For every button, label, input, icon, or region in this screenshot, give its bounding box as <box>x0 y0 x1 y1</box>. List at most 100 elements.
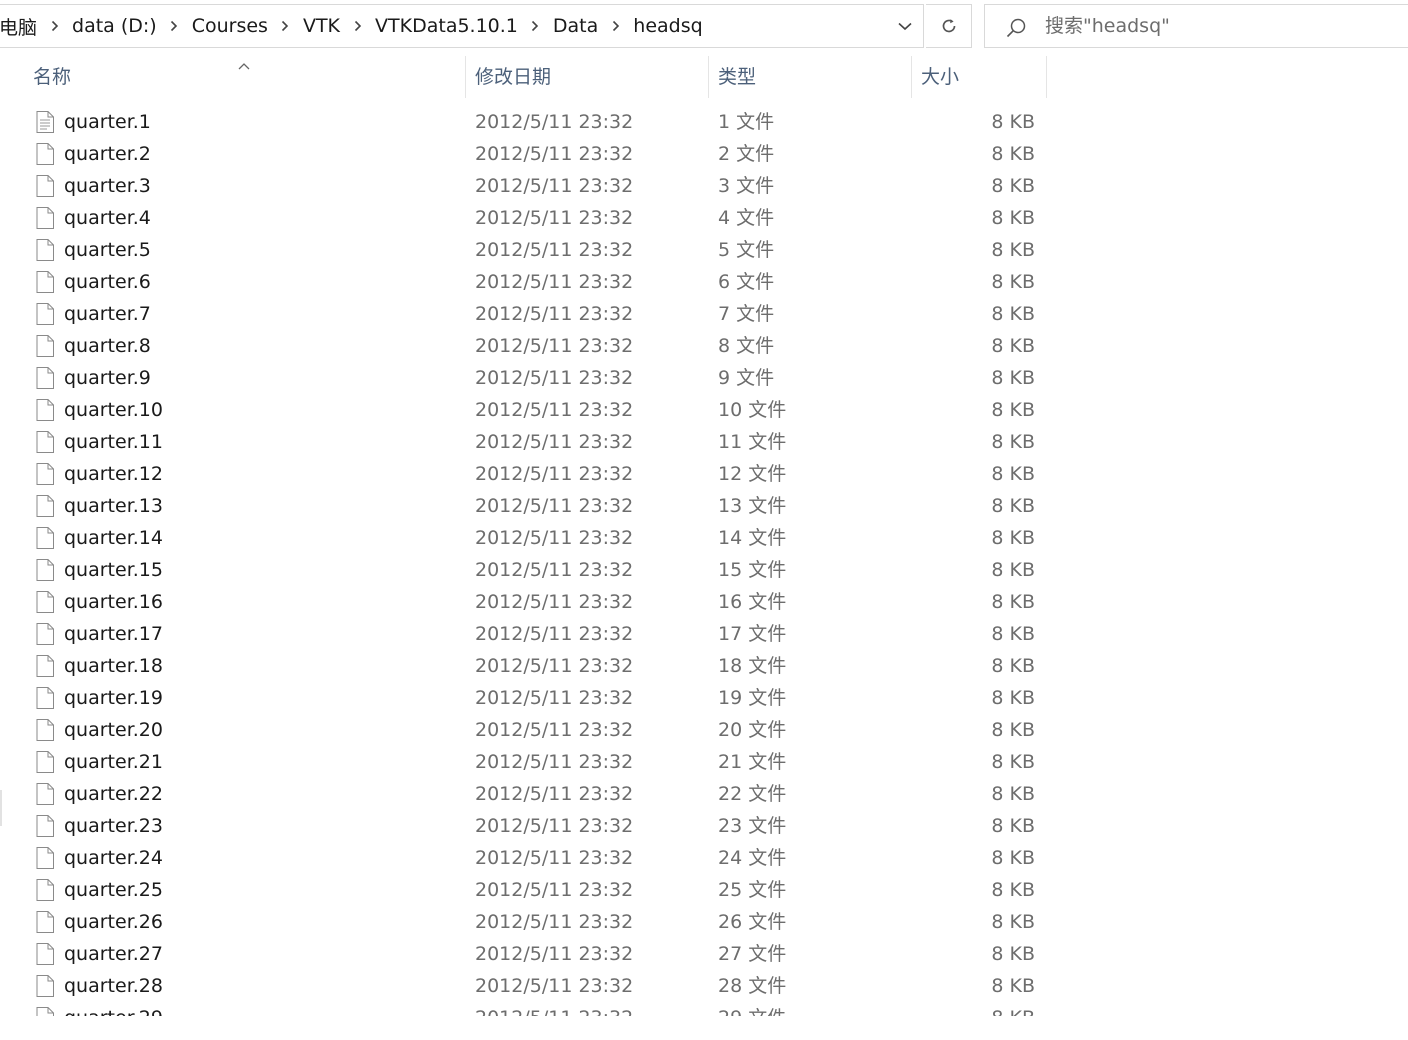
file-modified: 2012/5/11 23:32 <box>475 463 634 485</box>
breadcrumb-item-vtk[interactable]: VTK <box>301 15 342 37</box>
search-input[interactable]: 搜索"headsq" <box>984 4 1408 48</box>
file-row[interactable]: quarter.22 2012/5/11 23:32 22 文件 8 KB <box>0 778 1408 810</box>
file-name[interactable]: quarter.11 <box>64 426 163 458</box>
file-name[interactable]: quarter.21 <box>64 746 163 778</box>
file-row[interactable]: quarter.14 2012/5/11 23:32 14 文件 8 KB <box>0 522 1408 554</box>
file-row[interactable]: quarter.26 2012/5/11 23:32 26 文件 8 KB <box>0 906 1408 938</box>
file-name[interactable]: quarter.18 <box>64 650 163 682</box>
file-modified: 2012/5/11 23:32 <box>475 623 634 645</box>
file-name[interactable]: quarter.26 <box>64 906 163 938</box>
file-row[interactable]: quarter.16 2012/5/11 23:32 16 文件 8 KB <box>0 586 1408 618</box>
file-row[interactable]: quarter.27 2012/5/11 23:32 27 文件 8 KB <box>0 938 1408 970</box>
breadcrumb-item-courses[interactable]: Courses <box>190 15 270 37</box>
refresh-button[interactable] <box>926 4 972 48</box>
breadcrumb-item-computer[interactable]: 电脑 <box>0 13 39 40</box>
file-name[interactable]: quarter.12 <box>64 458 163 490</box>
file-row[interactable]: quarter.25 2012/5/11 23:32 25 文件 8 KB <box>0 874 1408 906</box>
file-name[interactable]: quarter.15 <box>64 554 163 586</box>
file-size: 8 KB <box>991 559 1035 581</box>
address-bar[interactable]: 电脑 data (D:) Courses VTK VTKData5.10.1 D… <box>0 4 924 48</box>
file-icon <box>36 111 54 133</box>
file-icon <box>36 527 54 549</box>
column-header-name[interactable]: 名称 <box>33 56 71 98</box>
file-type: 27 文件 <box>718 943 787 965</box>
chevron-right-icon[interactable] <box>342 20 373 32</box>
file-name[interactable]: quarter.29 <box>64 1002 163 1016</box>
file-row[interactable]: quarter.9 2012/5/11 23:32 9 文件 8 KB <box>0 362 1408 394</box>
file-size: 8 KB <box>991 975 1035 997</box>
column-header-modified[interactable]: 修改日期 <box>475 56 551 98</box>
column-divider[interactable] <box>1046 56 1047 98</box>
search-icon <box>1006 18 1026 38</box>
file-row[interactable]: quarter.29 2012/5/11 23:32 29 文件 8 KB <box>0 1002 1408 1016</box>
file-row[interactable]: quarter.5 2012/5/11 23:32 5 文件 8 KB <box>0 234 1408 266</box>
breadcrumb-item-data[interactable]: Data <box>551 15 600 37</box>
file-row[interactable]: quarter.11 2012/5/11 23:32 11 文件 8 KB <box>0 426 1408 458</box>
file-row[interactable]: quarter.4 2012/5/11 23:32 4 文件 8 KB <box>0 202 1408 234</box>
file-name[interactable]: quarter.9 <box>64 362 151 394</box>
file-row[interactable]: quarter.13 2012/5/11 23:32 13 文件 8 KB <box>0 490 1408 522</box>
file-row[interactable]: quarter.15 2012/5/11 23:32 15 文件 8 KB <box>0 554 1408 586</box>
file-row[interactable]: quarter.12 2012/5/11 23:32 12 文件 8 KB <box>0 458 1408 490</box>
column-header-size[interactable]: 大小 <box>921 56 959 98</box>
file-modified: 2012/5/11 23:32 <box>475 271 634 293</box>
column-divider[interactable] <box>465 56 466 98</box>
file-name[interactable]: quarter.22 <box>64 778 163 810</box>
file-name[interactable]: quarter.23 <box>64 810 163 842</box>
file-name[interactable]: quarter.27 <box>64 938 163 970</box>
file-icon <box>36 495 54 517</box>
file-name[interactable]: quarter.10 <box>64 394 163 426</box>
file-name[interactable]: quarter.17 <box>64 618 163 650</box>
chevron-right-icon[interactable] <box>600 20 631 32</box>
file-modified: 2012/5/11 23:32 <box>475 1002 633 1016</box>
file-name[interactable]: quarter.7 <box>64 298 151 330</box>
file-name[interactable]: quarter.1 <box>64 106 151 138</box>
file-row[interactable]: quarter.1 2012/5/11 23:32 1 文件 8 KB <box>0 106 1408 138</box>
file-name[interactable]: quarter.19 <box>64 682 163 714</box>
file-name[interactable]: quarter.24 <box>64 842 163 874</box>
breadcrumb-item-headsq[interactable]: headsq <box>631 15 704 37</box>
file-row[interactable]: quarter.17 2012/5/11 23:32 17 文件 8 KB <box>0 618 1408 650</box>
file-name[interactable]: quarter.16 <box>64 586 163 618</box>
file-row[interactable]: quarter.7 2012/5/11 23:32 7 文件 8 KB <box>0 298 1408 330</box>
file-row[interactable]: quarter.23 2012/5/11 23:32 23 文件 8 KB <box>0 810 1408 842</box>
chevron-right-icon[interactable] <box>159 20 190 32</box>
column-divider[interactable] <box>911 56 912 98</box>
pane-edge <box>0 790 2 826</box>
file-name[interactable]: quarter.4 <box>64 202 151 234</box>
file-row[interactable]: quarter.21 2012/5/11 23:32 21 文件 8 KB <box>0 746 1408 778</box>
file-row[interactable]: quarter.3 2012/5/11 23:32 3 文件 8 KB <box>0 170 1408 202</box>
file-name[interactable]: quarter.25 <box>64 874 163 906</box>
file-name[interactable]: quarter.8 <box>64 330 151 362</box>
file-name[interactable]: quarter.5 <box>64 234 151 266</box>
file-row[interactable]: quarter.10 2012/5/11 23:32 10 文件 8 KB <box>0 394 1408 426</box>
column-header-type[interactable]: 类型 <box>718 56 756 98</box>
file-row[interactable]: quarter.19 2012/5/11 23:32 19 文件 8 KB <box>0 682 1408 714</box>
breadcrumb-item-drive[interactable]: data (D:) <box>70 15 159 37</box>
file-name[interactable]: quarter.13 <box>64 490 163 522</box>
file-type: 7 文件 <box>718 303 775 325</box>
file-row[interactable]: quarter.8 2012/5/11 23:32 8 文件 8 KB <box>0 330 1408 362</box>
file-name[interactable]: quarter.6 <box>64 266 151 298</box>
file-type: 14 文件 <box>718 527 787 549</box>
file-name[interactable]: quarter.14 <box>64 522 163 554</box>
file-name[interactable]: quarter.28 <box>64 970 163 1002</box>
chevron-down-icon[interactable] <box>895 16 915 36</box>
file-type: 26 文件 <box>718 911 787 933</box>
file-name[interactable]: quarter.2 <box>64 138 151 170</box>
file-icon <box>36 943 54 965</box>
column-divider[interactable] <box>708 56 709 98</box>
file-row[interactable]: quarter.24 2012/5/11 23:32 24 文件 8 KB <box>0 842 1408 874</box>
file-row[interactable]: quarter.6 2012/5/11 23:32 6 文件 8 KB <box>0 266 1408 298</box>
file-row[interactable]: quarter.2 2012/5/11 23:32 2 文件 8 KB <box>0 138 1408 170</box>
breadcrumb: 电脑 data (D:) Courses VTK VTKData5.10.1 D… <box>0 5 705 47</box>
file-name[interactable]: quarter.3 <box>64 170 151 202</box>
chevron-right-icon[interactable] <box>520 20 551 32</box>
chevron-right-icon[interactable] <box>39 20 70 32</box>
breadcrumb-item-vtkdata[interactable]: VTKData5.10.1 <box>373 15 520 37</box>
file-row[interactable]: quarter.28 2012/5/11 23:32 28 文件 8 KB <box>0 970 1408 1002</box>
file-name[interactable]: quarter.20 <box>64 714 163 746</box>
chevron-right-icon[interactable] <box>270 20 301 32</box>
file-row[interactable]: quarter.20 2012/5/11 23:32 20 文件 8 KB <box>0 714 1408 746</box>
file-row[interactable]: quarter.18 2012/5/11 23:32 18 文件 8 KB <box>0 650 1408 682</box>
